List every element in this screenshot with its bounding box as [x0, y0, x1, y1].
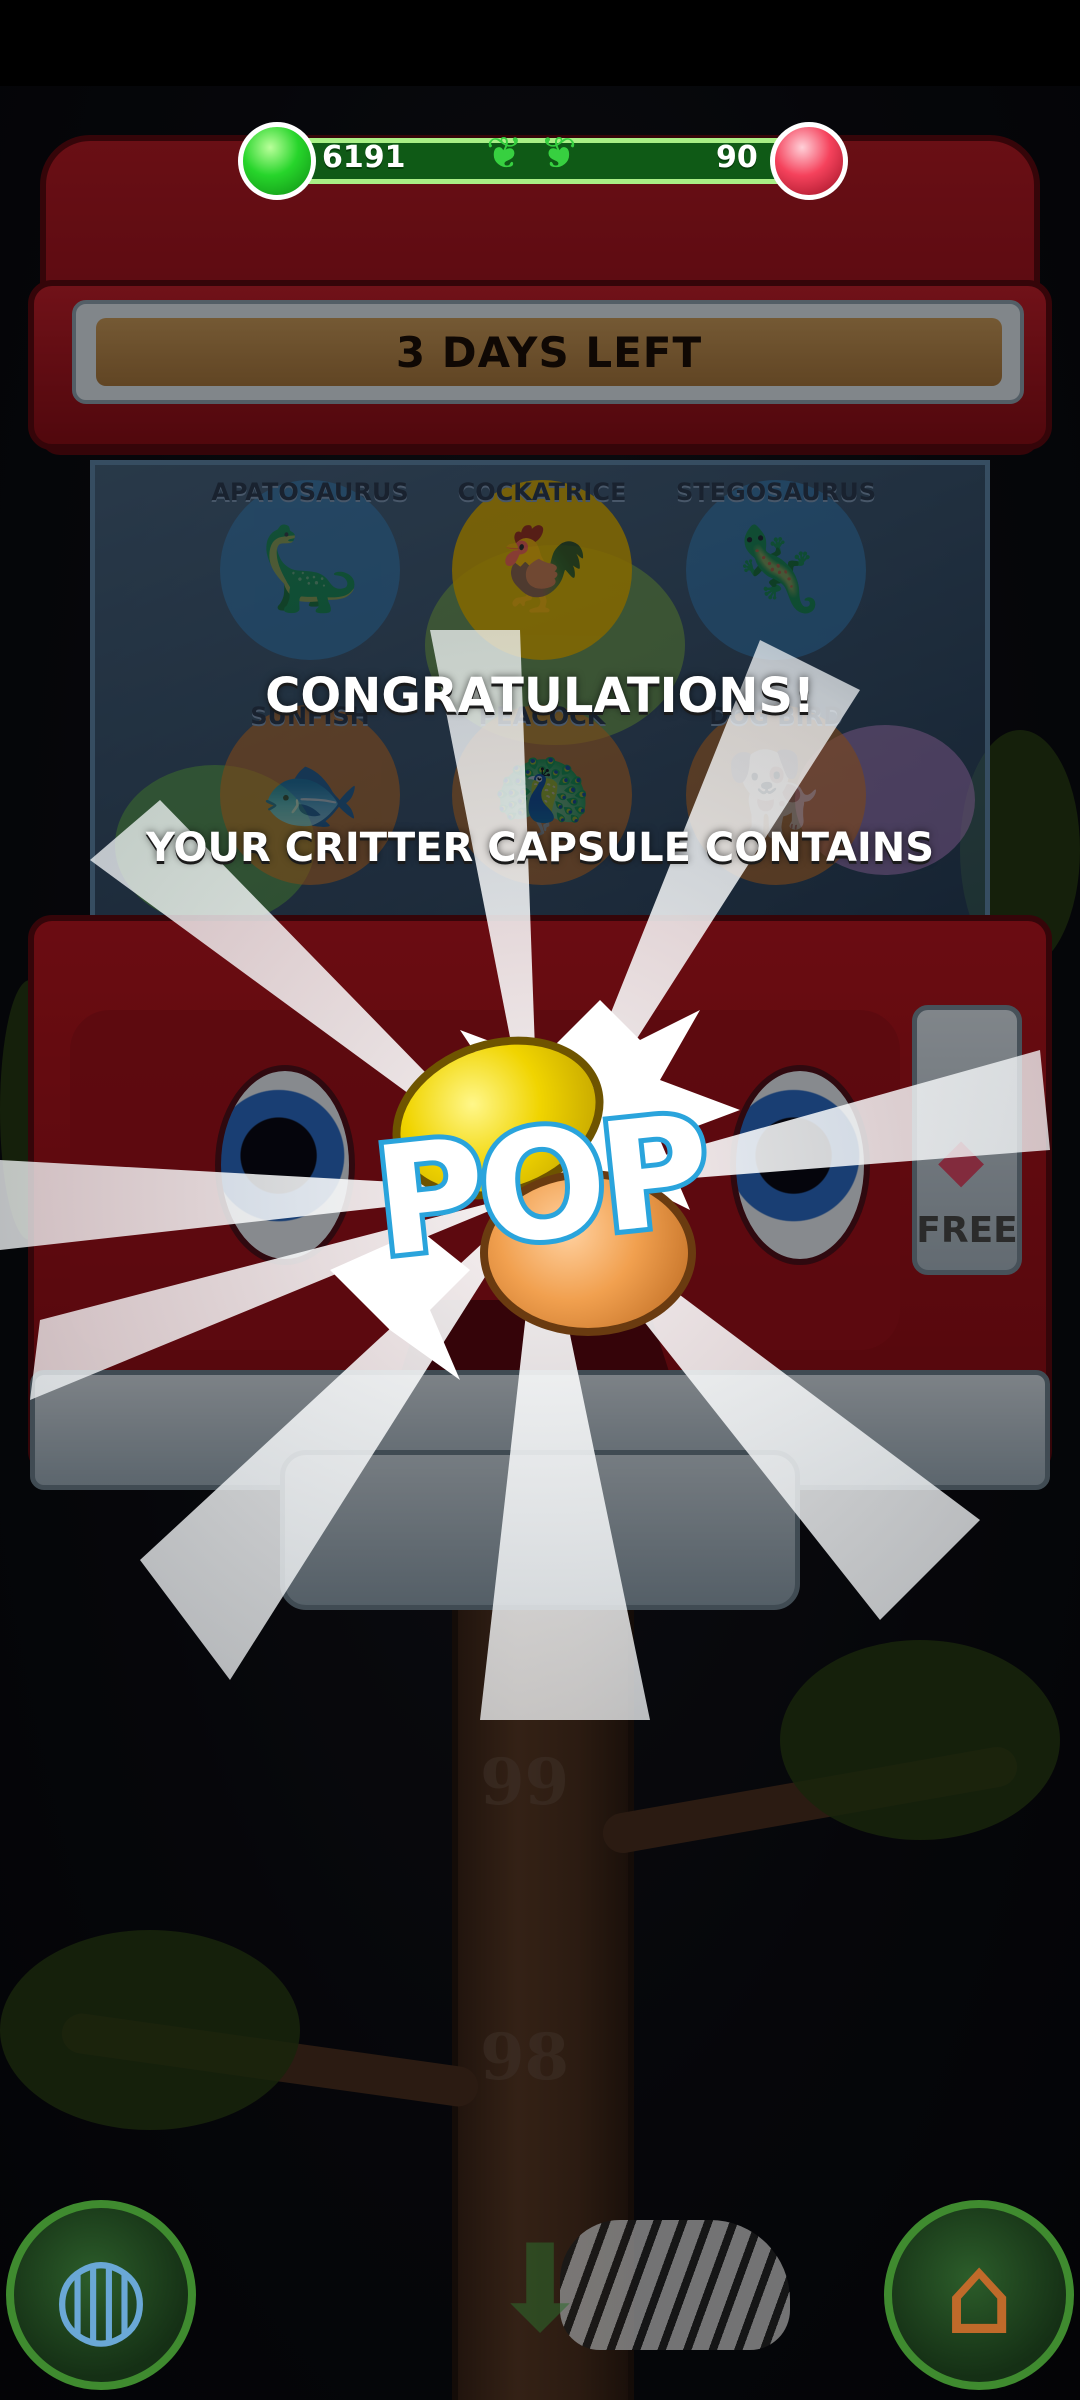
green-gem-icon[interactable] [238, 122, 316, 200]
globe-icon: ◍ [53, 2231, 149, 2359]
down-arrow-button[interactable]: ⬇ [470, 2220, 610, 2370]
house-button[interactable]: ⌂ [884, 2200, 1074, 2390]
reward-subtitle: YOUR CRITTER CAPSULE CONTAINS [145, 825, 935, 871]
red-gem-icon[interactable] [770, 122, 848, 200]
globe-button[interactable]: ◍ [6, 2200, 196, 2390]
green-gem-count: 6191 [322, 140, 406, 175]
leaf-icon: ❦ [486, 128, 523, 179]
congrats-title: CONGRATULATIONS! [265, 668, 815, 724]
down-arrow-icon: ⬇ [489, 2220, 591, 2359]
red-gem-count: 90 [716, 140, 758, 175]
leaf-icon: ❦ [540, 128, 577, 179]
house-icon: ⌂ [944, 2231, 1014, 2359]
